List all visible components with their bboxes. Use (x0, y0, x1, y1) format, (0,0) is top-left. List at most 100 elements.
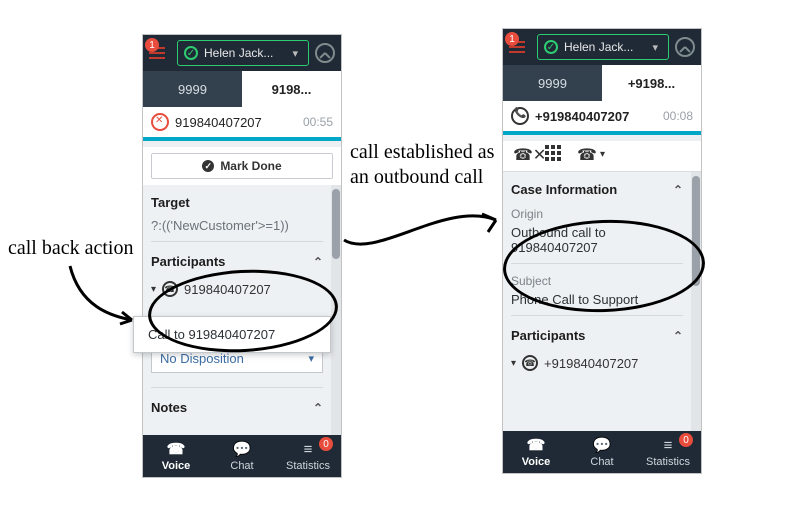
agent-status[interactable]: Helen Jack... ▾ (537, 34, 669, 60)
scroll-thumb[interactable] (332, 189, 340, 259)
interaction-tabs: 9999 9198... (143, 71, 341, 107)
menu-badge: 1 (505, 32, 519, 46)
menu-badge: 1 (145, 38, 159, 52)
participant-row[interactable]: ▾ +919840407207 (511, 351, 683, 375)
annotation-arrow-right (336, 190, 516, 270)
chevron-down-icon: ▾ (308, 352, 314, 365)
subject-value: Phone Call to Support (511, 292, 683, 307)
status-ready-icon (184, 46, 198, 60)
panel-body: Case Information ⌃ Origin Outbound call … (503, 172, 701, 431)
chevron-down-icon: ▾ (648, 41, 662, 54)
origin-value: Outbound call to 919840407207 (511, 225, 683, 255)
call-active-icon (511, 107, 529, 125)
chevron-up-icon: ⌃ (313, 255, 323, 269)
nav-chat[interactable]: 💬 Chat (209, 435, 275, 477)
expand-icon: ▾ (511, 358, 516, 369)
stats-icon: ≡ (304, 441, 313, 458)
call-number: 919840407207 (175, 115, 297, 130)
chat-icon: 💬 (233, 440, 252, 458)
stats-badge: 0 (679, 433, 693, 447)
subject-label: Subject (511, 274, 683, 288)
stats-icon: ≡ (664, 437, 673, 454)
tab-call[interactable]: +9198... (602, 65, 701, 101)
agent-name: Helen Jack... (204, 46, 282, 60)
section-participants-header[interactable]: Participants ⌃ (151, 250, 323, 273)
interaction-tabs: 9999 +9198... (503, 65, 701, 101)
origin-label: Origin (511, 207, 683, 221)
annotation-established-line1: call established as (350, 141, 494, 163)
participant-row[interactable]: ▾ 919840407207 (151, 277, 323, 301)
phone-icon (522, 355, 538, 371)
hangup-icon[interactable]: ☎✕ (513, 145, 531, 163)
keypad-icon[interactable] (545, 145, 563, 163)
status-ready-icon (544, 40, 558, 54)
menu-button[interactable]: 1 (509, 36, 531, 58)
nav-chat-label: Chat (590, 456, 613, 468)
chat-icon: 💬 (593, 436, 612, 454)
menu-button[interactable]: 1 (149, 42, 171, 64)
vertical-scrollbar[interactable] (691, 172, 701, 431)
chevron-up-icon: ⌃ (313, 401, 323, 415)
chevron-up-icon: ⌃ (673, 329, 683, 343)
phone-icon (162, 281, 178, 297)
top-bar: 1 Helen Jack... ▾ (503, 29, 701, 65)
chevron-down-icon: ▾ (288, 47, 302, 60)
annotation-established: call established as an outbound call (350, 140, 494, 190)
section-notes-header[interactable]: Notes ⌃ (151, 396, 323, 419)
scroll-thumb[interactable] (692, 176, 700, 286)
call-controls: ☎✕ ☎ (503, 141, 701, 172)
nav-chat-label: Chat (230, 460, 253, 472)
agent-status[interactable]: Helen Jack... ▾ (177, 40, 309, 66)
annotation-callback: call back action (8, 236, 134, 261)
target-value: ?:(('NewCustomer'>=1)) (151, 218, 323, 233)
mark-done-button[interactable]: Mark Done (151, 153, 333, 179)
support-icon[interactable] (315, 43, 335, 63)
callback-popup[interactable]: Call to 919840407207 (133, 316, 331, 353)
transfer-icon[interactable]: ☎ (577, 145, 595, 163)
expand-icon: ▾ (151, 284, 156, 295)
call-ended-icon (151, 113, 169, 131)
support-icon[interactable] (675, 37, 695, 57)
nav-voice[interactable]: ☎ Voice (143, 435, 209, 477)
tab-call[interactable]: 9198... (242, 71, 341, 107)
bottom-nav: ☎ Voice 💬 Chat ≡ Statistics 0 (503, 431, 701, 473)
check-icon (202, 160, 214, 172)
call-header: 919840407207 00:55 (143, 107, 341, 137)
call-header: +919840407207 00:08 (503, 101, 701, 131)
section-participants-label: Participants (151, 254, 225, 269)
section-notes-label: Notes (151, 400, 187, 415)
nav-stats-label: Statistics (286, 460, 330, 472)
voice-icon: ☎ (167, 440, 186, 458)
top-bar: 1 Helen Jack... ▾ (143, 35, 341, 71)
section-target-header[interactable]: Target (151, 191, 323, 214)
tab-9999[interactable]: 9999 (143, 71, 242, 107)
annotation-established-line2: an outbound call (350, 166, 483, 188)
nav-voice[interactable]: ☎ Voice (503, 431, 569, 473)
bottom-nav: ☎ Voice 💬 Chat ≡ Statistics 0 (143, 435, 341, 477)
agent-name: Helen Jack... (564, 40, 642, 54)
nav-statistics[interactable]: ≡ Statistics 0 (275, 435, 341, 477)
nav-stats-label: Statistics (646, 456, 690, 468)
section-participants-label: Participants (511, 328, 585, 343)
section-case-label: Case Information (511, 182, 617, 197)
nav-voice-label: Voice (522, 456, 551, 468)
participant-number: +919840407207 (544, 356, 638, 371)
agent-panel-right: 1 Helen Jack... ▾ 9999 +9198... +9198404… (502, 28, 702, 474)
call-number: +919840407207 (535, 109, 657, 124)
voice-icon: ☎ (527, 436, 546, 454)
vertical-scrollbar[interactable] (331, 185, 341, 435)
section-case-header[interactable]: Case Information ⌃ (511, 178, 683, 201)
call-timer: 00:55 (303, 115, 333, 129)
nav-chat[interactable]: 💬 Chat (569, 431, 635, 473)
callback-popup-text: Call to 919840407207 (148, 327, 275, 342)
panel-body: Target ?:(('NewCustomer'>=1)) Participan… (143, 185, 341, 435)
nav-statistics[interactable]: ≡ Statistics 0 (635, 431, 701, 473)
stats-badge: 0 (319, 437, 333, 451)
mark-done-label: Mark Done (220, 159, 281, 173)
call-timer: 00:08 (663, 109, 693, 123)
section-participants-header[interactable]: Participants ⌃ (511, 324, 683, 347)
nav-voice-label: Voice (162, 460, 191, 472)
tab-9999[interactable]: 9999 (503, 65, 602, 101)
section-target-label: Target (151, 195, 190, 210)
participant-number: 919840407207 (184, 282, 271, 297)
